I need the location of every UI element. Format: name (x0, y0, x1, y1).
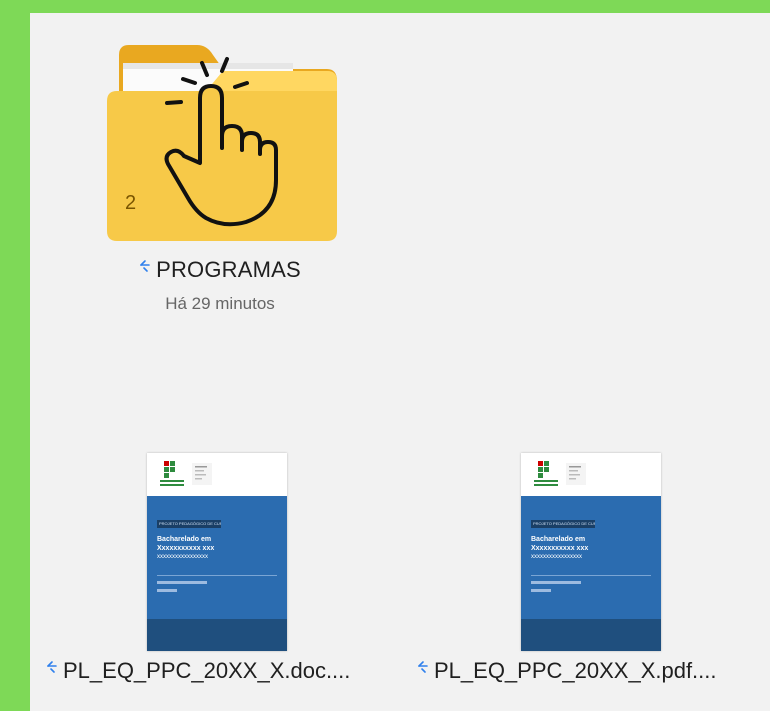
folder-icon[interactable]: 2 (107, 43, 337, 243)
folder-modified-time: Há 29 minutos (165, 294, 275, 313)
institution-logo-icon (534, 461, 558, 486)
folder-item-programas[interactable]: 2 PROGRAMAS Há 29 minutos (90, 31, 350, 321)
file-explorer-panel: 2 PROGRAMAS Há 29 minutos PROJETO PEDAGÓ… (30, 13, 770, 711)
file-item-doc[interactable]: PROJETO PEDAGÓGICO DE CURSO Bacharelado … (30, 453, 360, 703)
file-name[interactable]: PL_EQ_PPC_20XX_X.pdf.... (417, 658, 770, 684)
cover-title-line-1: Bacharelado em (157, 536, 212, 543)
cover-title-line-3: xxxxxxxxxxxxxxxxx (157, 554, 208, 560)
cover-footer-band (521, 619, 661, 651)
document-thumbnail[interactable]: PROJETO PEDAGÓGICO DE CURSO Bacharelado … (521, 453, 661, 651)
sync-status-icon (47, 661, 57, 673)
cover-small-line (531, 589, 551, 592)
folder-count-label: 2 (125, 192, 136, 214)
file-name[interactable]: PL_EQ_PPC_20XX_X.doc.... (46, 658, 406, 684)
file-name-text: PL_EQ_PPC_20XX_X.pdf.... (434, 658, 717, 683)
cover-title-line-2: Xxxxxxxxxxx xxx (157, 545, 215, 552)
cover-small-line (157, 589, 177, 592)
sync-status-icon (418, 661, 428, 673)
folder-name[interactable]: PROGRAMAS (90, 257, 350, 283)
cover-footer-band (147, 619, 287, 651)
cover-title-line-3: xxxxxxxxxxxxxxxxx (531, 554, 582, 560)
cover-small-line (531, 581, 581, 584)
document-thumbnail[interactable]: PROJETO PEDAGÓGICO DE CURSO Bacharelado … (147, 453, 287, 651)
cover-rule (157, 575, 277, 576)
cover-tag: PROJETO PEDAGÓGICO DE CURSO (531, 520, 595, 528)
sync-status-icon (140, 260, 150, 272)
cover-small-line (157, 581, 207, 584)
file-item-pdf[interactable]: PROJETO PEDAGÓGICO DE CURSO Bacharelado … (405, 453, 735, 703)
cover-title: Bacharelado em Xxxxxxxxxxx xxx xxxxxxxxx… (531, 535, 651, 562)
header-text-icon (566, 463, 586, 485)
folder-name-text: PROGRAMAS (156, 257, 301, 282)
cover-rule (531, 575, 651, 576)
cover-tag: PROJETO PEDAGÓGICO DE CURSO (157, 520, 221, 528)
file-name-text: PL_EQ_PPC_20XX_X.doc.... (63, 658, 351, 683)
cover-title-line-2: Xxxxxxxxxxx xxx (531, 545, 589, 552)
cover-title: Bacharelado em Xxxxxxxxxxx xxx xxxxxxxxx… (157, 535, 277, 562)
header-text-icon (192, 463, 212, 485)
cover-title-line-1: Bacharelado em (531, 536, 586, 543)
institution-logo-icon (160, 461, 184, 486)
